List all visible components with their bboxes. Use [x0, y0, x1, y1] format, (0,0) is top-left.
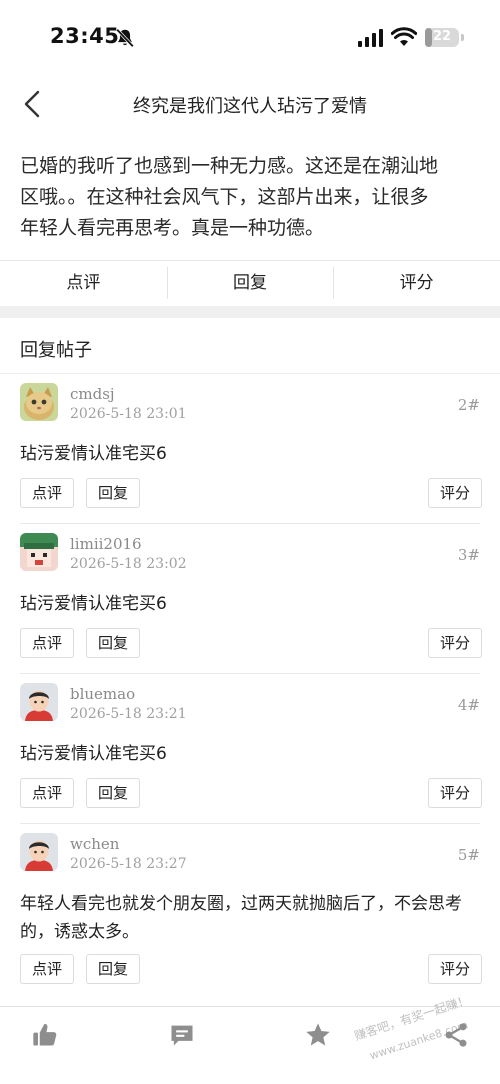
post-date: 2026-5-18 23:02 [70, 556, 187, 572]
post-username[interactable]: limii2016 [70, 535, 142, 553]
thread-comment-button[interactable]: 点评 [0, 261, 167, 306]
section-divider [0, 306, 500, 318]
message-icon[interactable] [168, 1021, 196, 1049]
post-body: 年轻人看完也就发个朋友圈，过两天就抛脑后了，不会思考的，诱惑太多。 [20, 894, 462, 942]
nav-bar: 终究是我们这代人玷污了爱情 [0, 76, 500, 132]
cartoon-avatar-icon[interactable] [20, 533, 58, 571]
reply-post: limii2016 2026-5-18 23:02 3# 玷污爱情认准宅买6 点… [0, 524, 500, 674]
reply-post: wchen 2026-5-18 23:27 5# 年轻人看完也就发个朋友圈，过两… [0, 824, 500, 1000]
star-icon[interactable] [304, 1021, 332, 1049]
battery-level: 22 [432, 29, 452, 44]
post-date: 2026-5-18 23:01 [70, 406, 187, 422]
post-rate-button[interactable]: 评分 [428, 628, 482, 658]
post-username[interactable]: wchen [70, 835, 119, 853]
article-line: 已婚的我听了也感到一种无力感。这还是在潮汕地 [20, 155, 439, 177]
post-floor: 4# [457, 696, 480, 714]
post-rate-button[interactable]: 评分 [428, 954, 482, 984]
thread-actions: 点评 回复 评分 [0, 260, 500, 306]
post-comment-button[interactable]: 点评 [20, 478, 74, 508]
post-rate-button[interactable]: 评分 [428, 778, 482, 808]
post-comment-button[interactable]: 点评 [20, 628, 74, 658]
post-date: 2026-5-18 23:21 [70, 706, 187, 722]
thumbs-up-icon[interactable] [31, 1021, 59, 1049]
person-avatar-icon[interactable] [20, 683, 58, 721]
post-reply-button[interactable]: 回复 [86, 478, 140, 508]
post-floor: 3# [457, 546, 480, 564]
post-reply-button[interactable]: 回复 [86, 628, 140, 658]
battery-tip [461, 34, 464, 41]
article-line: 区哦。。在这种社会风气下，这部片出来，让很多 [20, 186, 429, 208]
bell-off-icon [116, 28, 134, 48]
post-reply-button[interactable]: 回复 [86, 954, 140, 984]
post-comment-button[interactable]: 点评 [20, 778, 74, 808]
post-comment-button[interactable]: 点评 [20, 954, 74, 984]
post-floor: 2# [457, 396, 480, 414]
post-rate-button[interactable]: 评分 [428, 478, 482, 508]
thread-reply-button[interactable]: 回复 [166, 261, 334, 306]
post-body: 玷污爱情认准宅买6 [20, 594, 167, 614]
reply-post: cmdsj 2026-5-18 23:01 2# 玷污爱情认准宅买6 点评 回复… [0, 374, 500, 524]
post-body: 玷污爱情认准宅买6 [20, 744, 167, 764]
post-body: 玷污爱情认准宅买6 [20, 444, 167, 464]
reply-post: bluemao 2026-5-18 23:21 4# 玷污爱情认准宅买6 点评 … [0, 674, 500, 824]
battery-indicator: 22 [425, 28, 459, 47]
replies-header: 回复帖子 [0, 318, 500, 374]
thread-rate-button[interactable]: 评分 [333, 261, 500, 306]
cat-avatar-icon[interactable] [20, 383, 58, 421]
article-line-clipped [20, 132, 482, 151]
post-floor: 5# [457, 846, 480, 864]
wifi-icon [391, 27, 417, 46]
article-content: 已婚的我听了也感到一种无力感。这还是在潮汕地 区哦。。在这种社会风气下，这部片出… [0, 132, 500, 260]
page-title: 终究是我们这代人玷污了爱情 [133, 96, 367, 117]
post-reply-button[interactable]: 回复 [86, 778, 140, 808]
status-time: 23:45 [50, 24, 120, 48]
replies-title: 回复帖子 [20, 340, 92, 361]
article-line: 年轻人看完再思考。真是一种功德。 [20, 217, 325, 239]
article-text: 已婚的我听了也感到一种无力感。这还是在潮汕地 区哦。。在这种社会风气下，这部片出… [20, 132, 482, 244]
person-avatar-icon[interactable] [20, 833, 58, 871]
post-date: 2026-5-18 23:27 [70, 856, 187, 872]
post-username[interactable]: bluemao [70, 685, 135, 703]
back-arrow-icon[interactable] [20, 89, 46, 119]
status-bar: 23:45 22 [0, 0, 500, 76]
post-username[interactable]: cmdsj [70, 385, 115, 403]
signal-icon [358, 29, 383, 47]
